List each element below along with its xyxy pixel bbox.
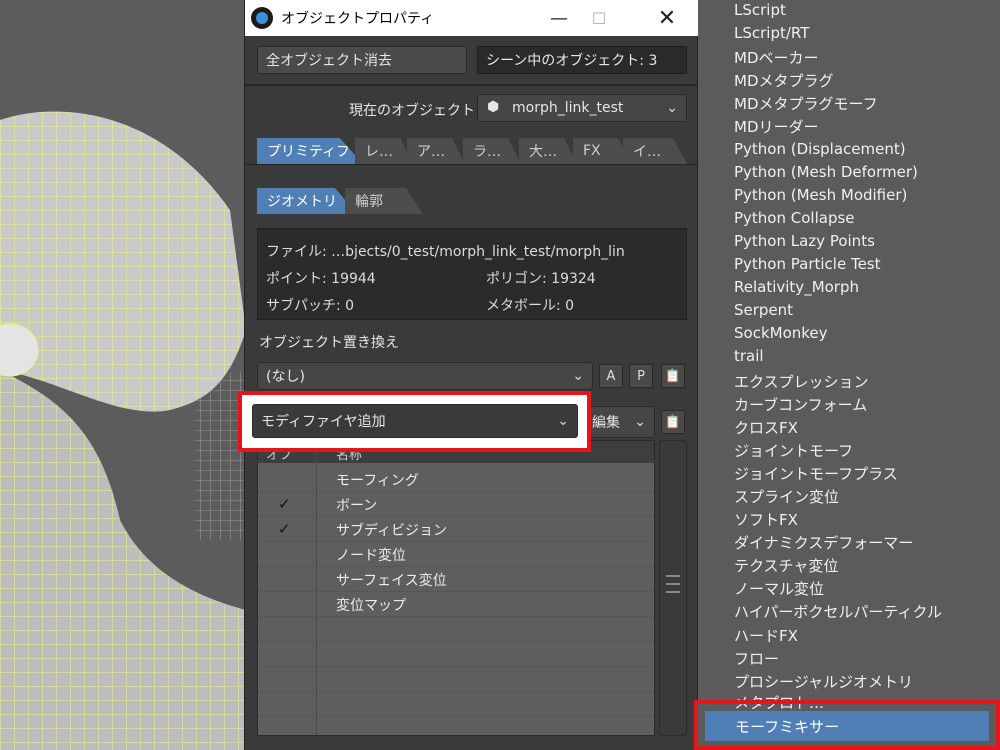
current-object-select[interactable]: ⬢ morph_link_test ⌄ [477,94,687,122]
menu-item[interactable]: Python Particle Test [734,255,881,273]
object-properties-window: オブジェクトプロパティ — ☐ ✕ 全オブジェクト消去 シーン中のオブジェクト:… [244,0,699,750]
list-item[interactable]: ✓ ボーン [258,492,654,517]
menu-item[interactable]: カーブコンフォーム [734,394,867,415]
cube-icon: ⬢ [487,99,500,115]
app-icon [251,7,273,29]
title-bar[interactable]: オブジェクトプロパティ — ☐ ✕ [245,0,699,36]
tab-i[interactable]: イ… [623,138,687,164]
subtab-geometry[interactable]: ジオメトリ [257,188,357,214]
list-item-name: 変位マップ [336,598,406,614]
menu-item[interactable]: ハードFX [734,625,798,646]
tab-underline [245,164,699,165]
object-info-panel: ファイル: …bjects/0_test/morph_link_test/mor… [257,228,687,320]
replace-object-value: (なし) [266,369,305,385]
menu-item[interactable]: ジョイントモーフプラス [734,463,898,484]
list-item-name: モーフィング [336,473,419,489]
list-item[interactable] [258,692,654,717]
modifier-menu[interactable]: LScript LScript/RT MDベーカー MDメタプラグ MDメタプラ… [698,0,1000,750]
chevron-down-icon: ⌄ [634,414,646,430]
menu-item[interactable]: ノーマル変位 [734,578,824,599]
tab-dai[interactable]: 大… [519,138,577,164]
list-item[interactable]: ✓ サブディビジョン [258,517,654,542]
list-item[interactable]: ノード変位 [258,542,654,567]
list-scrollbar[interactable] [659,440,687,736]
scrollbar-grip-icon[interactable] [666,575,680,593]
tab-ra[interactable]: ラ… [463,138,521,164]
menu-item[interactable]: MDメタプラグ [734,70,834,91]
file-path: ファイル: …bjects/0_test/morph_link_test/mor… [266,244,625,260]
current-object-label: 現在のオブジェクト [349,103,475,119]
modifier-list[interactable]: オフ 名称 モーフィング ✓ ボーン ✓ サブディビジョン ノード変位 サーフェイス… [257,440,655,736]
menu-item[interactable]: フロー [734,648,779,669]
tab-fx[interactable]: FX [573,138,631,164]
menu-item-morph-mixer[interactable]: モーフミキサー [705,711,989,741]
add-modifier-label: モディファイヤ追加 [261,414,386,430]
a-button[interactable]: A [599,364,623,388]
menu-item[interactable]: MDメタプラグモーフ [734,93,878,114]
menu-item[interactable]: ソフトFX [734,509,798,530]
list-item[interactable] [258,667,654,692]
divider [245,84,699,86]
list-item-name: サブディビジョン [336,523,448,539]
menu-item[interactable]: Serpent [734,301,793,319]
list-item[interactable] [258,642,654,667]
chevron-down-icon: ⌄ [557,413,569,429]
menu-item[interactable]: ジョイントモーフ [734,440,853,461]
menu-item[interactable]: テクスチャ変位 [734,555,838,576]
current-object-value: morph_link_test [512,100,624,116]
subpatch-count: サブパッチ: 0 [266,298,355,314]
polygon-count: ポリゴン: 19324 [486,271,596,287]
list-item[interactable]: モーフィング [258,467,654,492]
add-modifier-select-highlighted[interactable]: モディファイヤ追加 ⌄ [252,404,578,438]
check-icon[interactable]: ✓ [278,495,291,513]
list-item-name: ボーン [336,498,378,514]
menu-item[interactable]: ハイパーボクセルパーティクル [734,601,942,622]
p-button[interactable]: P [629,364,653,388]
list-item[interactable]: 変位マップ [258,592,654,617]
menu-item[interactable]: Relativity_Morph [734,278,859,296]
menu-item[interactable]: MDベーカー [734,47,819,68]
replace-object-label: オブジェクト置き換え [259,335,399,351]
menu-item[interactable]: Python (Displacement) [734,140,906,158]
minimize-button[interactable]: — [545,4,573,32]
menu-item[interactable]: Python Lazy Points [734,232,875,250]
menu-item[interactable]: プロシージャルジオメトリ [734,671,913,692]
menu-item[interactable]: trail [734,347,764,365]
maximize-button[interactable]: ☐ [585,4,613,32]
menu-item[interactable]: クロスFX [734,417,798,438]
menu-item[interactable]: MDリーダー [734,116,819,137]
menu-item[interactable]: Python (Mesh Modifier) [734,186,907,204]
subtab-outline[interactable]: 輪郭 [345,188,423,214]
replace-object-select[interactable]: (なし) ⌄ [257,362,593,390]
list-item-name: サーフェイス変位 [336,573,447,589]
list-item[interactable] [258,617,654,642]
menu-item[interactable]: Python (Mesh Deformer) [734,163,918,181]
menu-item[interactable]: LScript/RT [734,24,809,42]
close-button[interactable]: ✕ [653,4,681,32]
tab-a[interactable]: ア… [407,138,465,164]
scene-object-count: シーン中のオブジェクト: 3 [477,46,687,74]
tab-layer[interactable]: レ… [355,138,413,164]
metaball-count: メタボール: 0 [486,298,575,314]
menu-item[interactable]: スプライン変位 [734,486,839,507]
list-item[interactable]: サーフェイス変位 [258,567,654,592]
clipboard-icon[interactable]: 📋 [661,364,685,388]
menu-item[interactable]: LScript [734,1,786,19]
chevron-down-icon: ⌄ [572,368,584,384]
menu-item[interactable]: SockMonkey [734,324,828,342]
chevron-down-icon: ⌄ [666,100,678,116]
edit-select[interactable]: 編集 ⌄ [583,406,655,438]
menu-item[interactable]: ダイナミクスデフォーマー [734,532,913,553]
edit-label: 編集 [592,415,620,431]
window-title: オブジェクトプロパティ [281,11,435,27]
menu-item[interactable]: Python Collapse [734,209,855,227]
list-item-name: ノード変位 [336,548,406,564]
clipboard-icon[interactable]: 📋 [661,410,685,434]
point-count: ポイント: 19944 [266,271,376,287]
check-icon[interactable]: ✓ [278,520,291,538]
menu-item[interactable]: エクスプレッション [734,371,869,392]
clear-all-objects-button[interactable]: 全オブジェクト消去 [257,46,467,74]
tab-primitive[interactable]: プリミティブ [257,138,363,164]
